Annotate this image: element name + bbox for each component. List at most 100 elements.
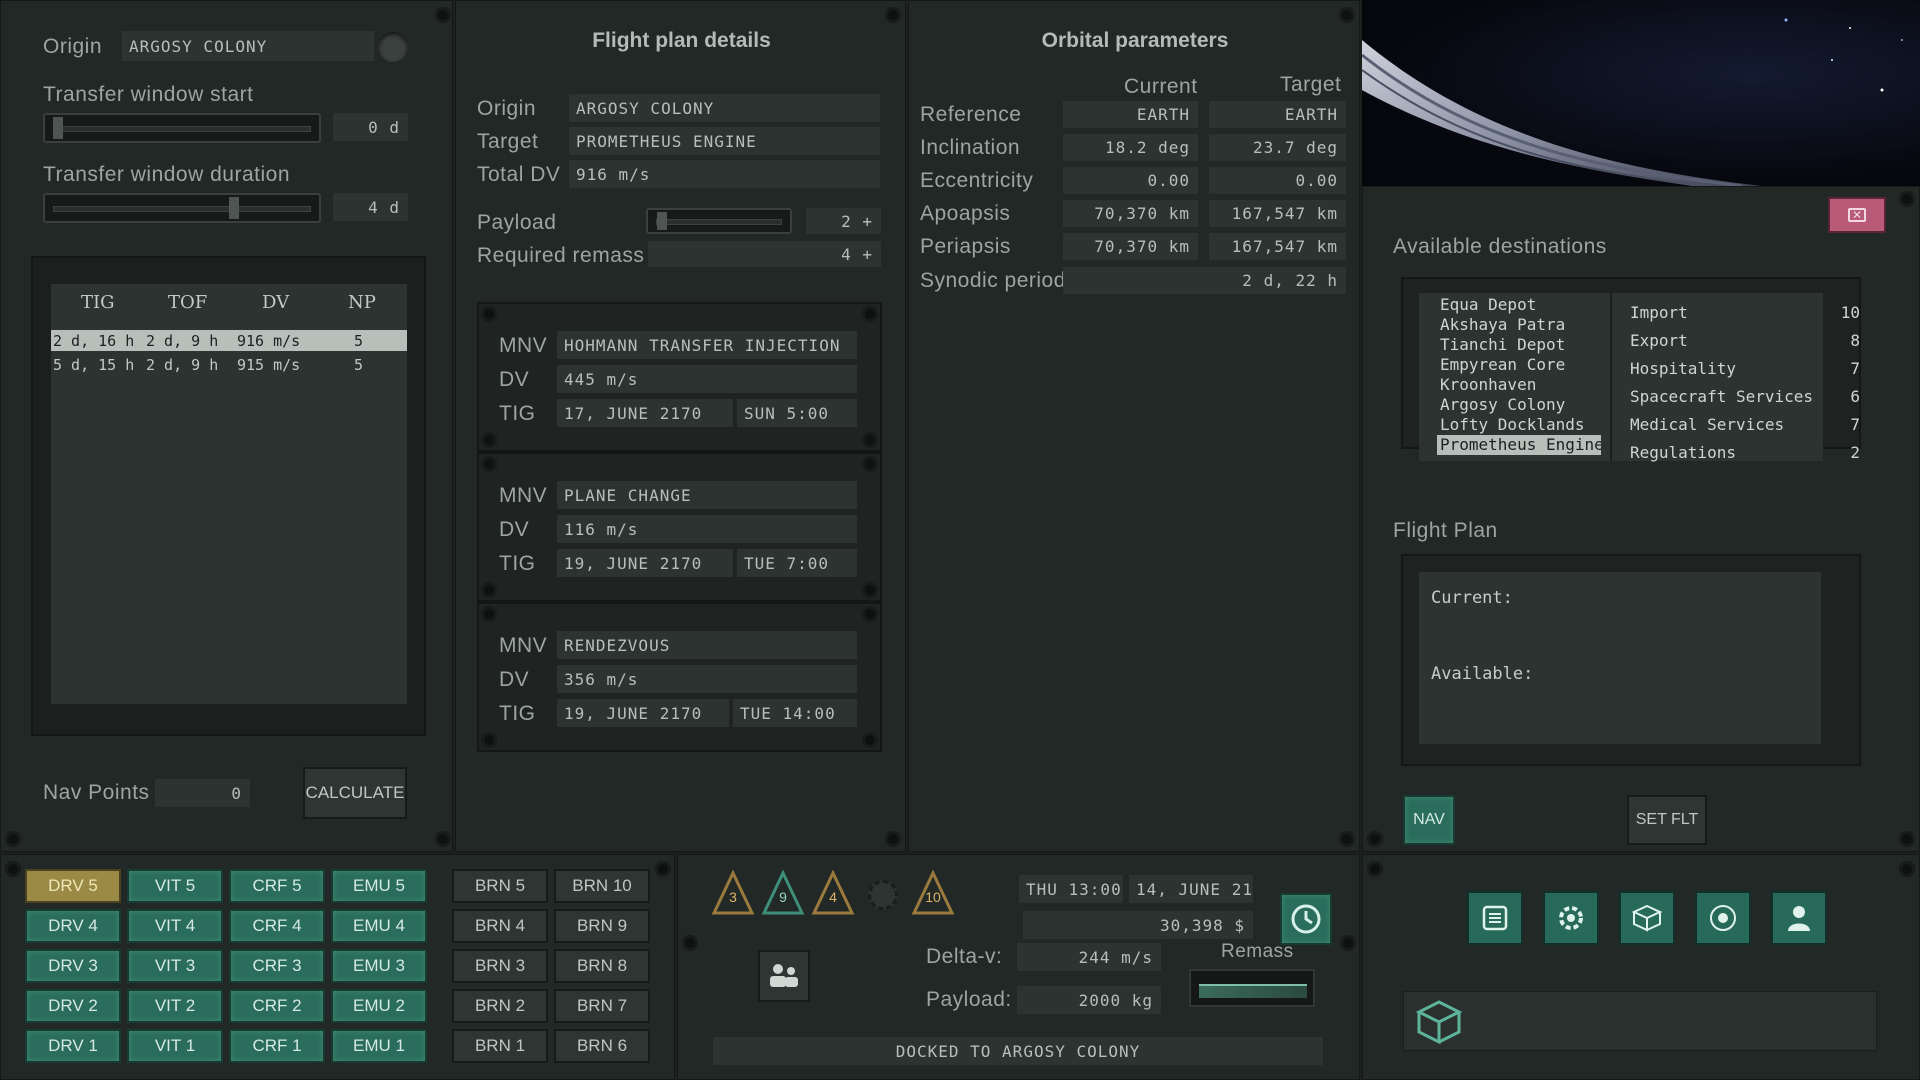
close-button[interactable]: ✕ [1828,197,1886,233]
engine-button[interactable]: EMU 2 [331,989,427,1023]
engine-button[interactable]: CRF 5 [229,869,325,903]
orbital-parameters-panel: Orbital parameters Current Target Refere… [908,0,1360,852]
window-duration-thumb[interactable] [229,197,240,219]
crew-badge[interactable]: 9 [760,869,806,921]
flight-plan-title: Flight Plan [1393,519,1498,542]
nav-points-field[interactable]: 0 [155,779,250,807]
row-dv: 916 m/s [237,332,301,350]
mnv-field: PLANE CHANGE [557,481,857,509]
orbital-current-value: 18.2 deg [1063,134,1198,161]
engine-button[interactable]: CRF 4 [229,909,325,943]
engine-button[interactable]: CRF 1 [229,1029,325,1063]
nav-button[interactable]: NAV [1403,795,1455,845]
destination-item[interactable]: Tianchi Depot [1437,335,1617,355]
window-duration-slider[interactable] [43,193,321,223]
mnv-tig-time: TUE 14:00 [733,699,857,727]
crew-badge[interactable]: 10 [910,869,956,921]
engine-button[interactable]: VIT 3 [127,949,223,983]
engine-button[interactable]: VIT 4 [127,909,223,943]
settings-tile[interactable] [1543,891,1599,945]
payload-slider[interactable] [646,208,792,234]
required-remass-stepper[interactable]: 4 + [648,241,881,267]
window-start-slider[interactable] [43,113,321,143]
col-current: Current [1124,75,1198,98]
flight-plan-details-panel: Flight plan details Origin ARGOSY COLONY… [455,0,906,852]
window-start-thumb[interactable] [53,117,63,139]
burn-button[interactable]: BRN 1 [452,1029,548,1063]
crew-button[interactable] [758,950,810,1002]
destination-item[interactable]: Kroonhaven [1437,375,1617,395]
orbital-target-value: 23.7 deg [1209,134,1346,161]
cube-icon [1415,1000,1463,1045]
payload-stepper[interactable]: 2 + [806,208,881,234]
col-np[interactable]: NP [348,292,376,313]
calculate-button[interactable]: CALCULATE [303,767,407,819]
engine-button[interactable]: DRV 4 [25,909,121,943]
mnv-tig-label: TIG [499,702,536,725]
engine-button[interactable]: CRF 3 [229,949,325,983]
mnv-tig-date: 19, JUNE 2170 [557,549,733,577]
stat-value: 10 [1840,303,1860,322]
navigation-tile[interactable] [1695,891,1751,945]
stat-name: Regulations [1630,443,1736,462]
fp-target-field: PROMETHEUS ENGINE [569,127,880,155]
table-row[interactable]: 5 d, 15 h 2 d, 9 h 915 m/s 5 [51,354,407,375]
burn-button[interactable]: BRN 5 [452,869,548,903]
required-remass-label: Required remass [477,244,645,267]
burn-button[interactable]: BRN 8 [554,949,650,983]
crew-badge[interactable]: 4 [810,869,856,921]
engine-button[interactable]: VIT 1 [127,1029,223,1063]
engine-button[interactable]: EMU 5 [331,869,427,903]
stat-row: Export 8 [1630,331,1860,353]
destination-item[interactable]: Akshaya Patra [1437,315,1617,335]
engine-button[interactable]: EMU 3 [331,949,427,983]
orbital-target-value: EARTH [1209,101,1346,128]
col-dv[interactable]: DV [262,292,289,313]
engine-button[interactable]: DRV 3 [25,949,121,983]
origin-knob[interactable] [378,32,408,62]
burn-button[interactable]: BRN 9 [554,909,650,943]
crew-slot-empty[interactable] [860,869,906,921]
burn-button[interactable]: BRN 4 [452,909,548,943]
credits-field: 30,398 $ [1023,911,1253,939]
burn-button[interactable]: BRN 2 [452,989,548,1023]
engine-button[interactable]: CRF 2 [229,989,325,1023]
crew-badge[interactable]: 3 [710,869,756,921]
engine-button[interactable]: DRV 2 [25,989,121,1023]
destination-item[interactable]: Equa Depot [1437,295,1617,315]
engine-button[interactable]: EMU 1 [331,1029,427,1063]
burn-button[interactable]: BRN 7 [554,989,650,1023]
stat-name: Spacecraft Services [1630,387,1814,406]
window-duration-value[interactable]: 4 d [333,193,408,221]
destination-item[interactable]: Lofty Docklands [1437,415,1617,435]
destination-item[interactable]: Empyrean Core [1437,355,1617,375]
engine-button[interactable]: DRV 1 [25,1029,121,1063]
mnv-label: MNV [499,484,548,507]
row-tig: 5 d, 15 h [53,356,135,374]
col-tof[interactable]: TOF [168,292,207,313]
set-flt-button[interactable]: SET FLT [1627,795,1707,845]
window-start-value[interactable]: 0 d [333,113,408,141]
burn-button[interactable]: BRN 3 [452,949,548,983]
profile-tile[interactable] [1771,891,1827,945]
engine-button[interactable]: VIT 2 [127,989,223,1023]
origin-field[interactable]: ARGOSY COLONY [122,31,374,61]
gear-icon [1559,906,1583,930]
payload-label: Payload [477,211,557,234]
col-tig[interactable]: TIG [81,292,115,313]
destination-item[interactable]: Argosy Colony [1437,395,1617,415]
engine-button[interactable]: VIT 5 [127,869,223,903]
engine-button[interactable]: DRV 5 [25,869,121,903]
table-row[interactable]: 2 d, 16 h 2 d, 9 h 916 m/s 5 [51,330,407,351]
destination-item[interactable]: Prometheus Engine [1437,435,1601,455]
orbital-current-value: 70,370 km [1063,233,1198,260]
manifest-tile[interactable] [1467,891,1523,945]
burn-button[interactable]: BRN 6 [554,1029,650,1063]
burn-button[interactable]: BRN 10 [554,869,650,903]
stat-value: 7 [1850,415,1860,434]
payload-status-field: 2000 kg [1017,986,1161,1014]
synodic-label: Synodic period [920,269,1066,292]
cargo-tile[interactable] [1619,891,1675,945]
time-warp-button[interactable] [1280,893,1332,945]
engine-button[interactable]: EMU 4 [331,909,427,943]
